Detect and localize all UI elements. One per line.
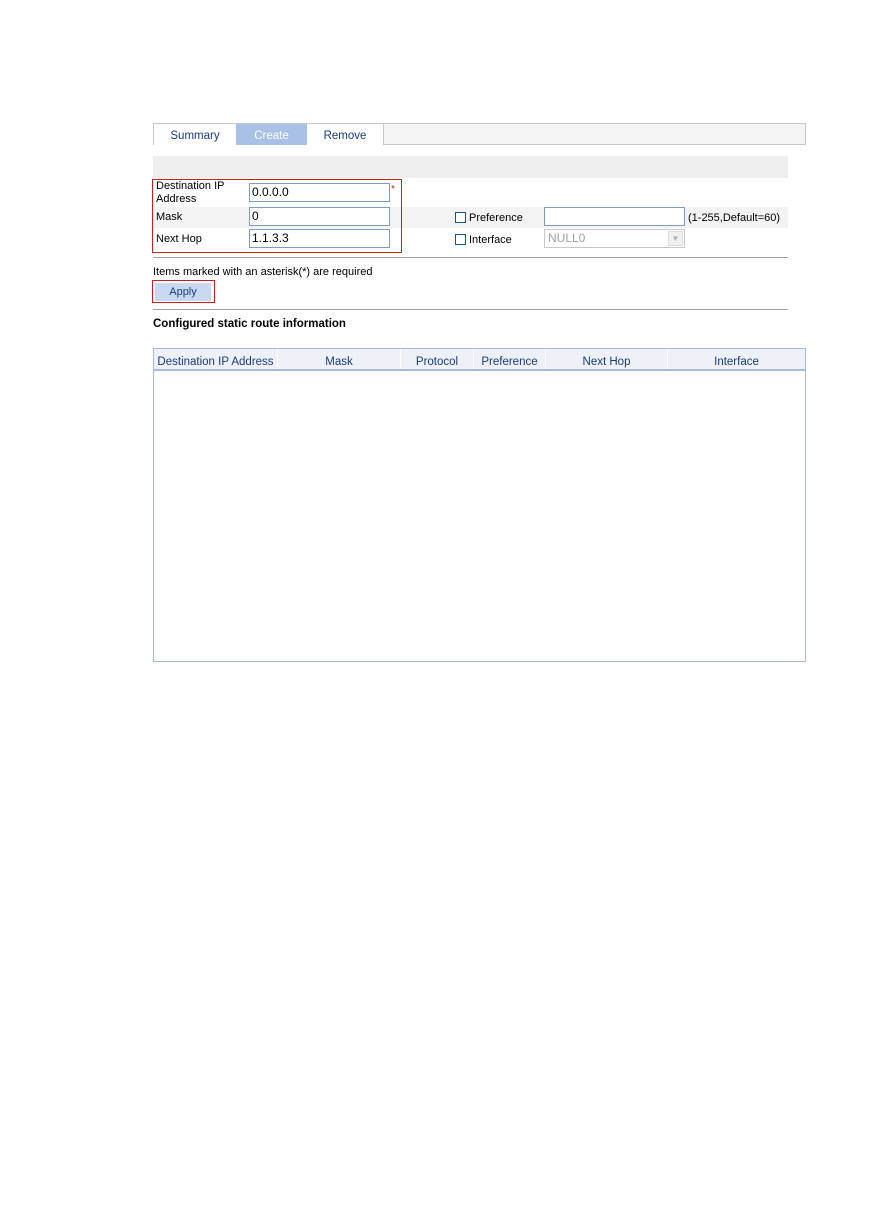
dest-ip-label-line1: Destination IP — [156, 180, 225, 192]
dest-ip-label-line2: Address — [156, 193, 197, 205]
col-next-hop[interactable]: Next Hop — [546, 349, 668, 369]
divider — [153, 309, 788, 310]
tab-create[interactable]: Create — [236, 124, 308, 145]
table-header: Destination IP Address Mask Protocol Pre… — [154, 349, 805, 371]
preference-hint: (1-255,Default=60) — [688, 212, 781, 224]
mask-input[interactable]: 0 — [249, 207, 390, 226]
dest-ip-label: Destination IP Address — [156, 180, 224, 206]
next-hop-label: Next Hop — [156, 233, 202, 245]
static-route-table: Destination IP Address Mask Protocol Pre… — [153, 348, 806, 662]
dest-ip-input[interactable]: 0.0.0.0 — [249, 183, 390, 202]
preference-checkbox[interactable] — [455, 212, 466, 223]
section-title: Configured static route information — [153, 318, 346, 330]
col-preference[interactable]: Preference — [474, 349, 546, 369]
apply-button[interactable]: Apply — [155, 283, 211, 301]
col-interface[interactable]: Interface — [668, 349, 805, 369]
tab-remove[interactable]: Remove — [307, 124, 384, 145]
required-note: Items marked with an asterisk(*) are req… — [153, 266, 373, 278]
mask-label: Mask — [156, 211, 183, 223]
divider — [153, 257, 788, 258]
preference-label: Preference — [469, 212, 523, 224]
interface-label: Interface — [469, 234, 512, 246]
tab-bar: Summary Create Remove — [153, 123, 806, 145]
interface-select-value: NULL0 — [548, 231, 586, 245]
interface-select[interactable]: NULL0 ▼ — [544, 229, 685, 248]
preference-input[interactable] — [544, 207, 685, 226]
col-destination-ip[interactable]: Destination IP Address — [154, 349, 278, 369]
chevron-down-icon: ▼ — [668, 231, 683, 246]
interface-checkbox[interactable] — [455, 234, 466, 245]
tab-summary[interactable]: Summary — [154, 124, 237, 145]
form-header-band — [153, 156, 788, 178]
table-body — [154, 371, 805, 661]
col-protocol[interactable]: Protocol — [401, 349, 474, 369]
next-hop-input[interactable]: 1.1.3.3 — [249, 229, 390, 248]
col-mask[interactable]: Mask — [278, 349, 401, 369]
required-asterisk: * — [391, 184, 395, 195]
